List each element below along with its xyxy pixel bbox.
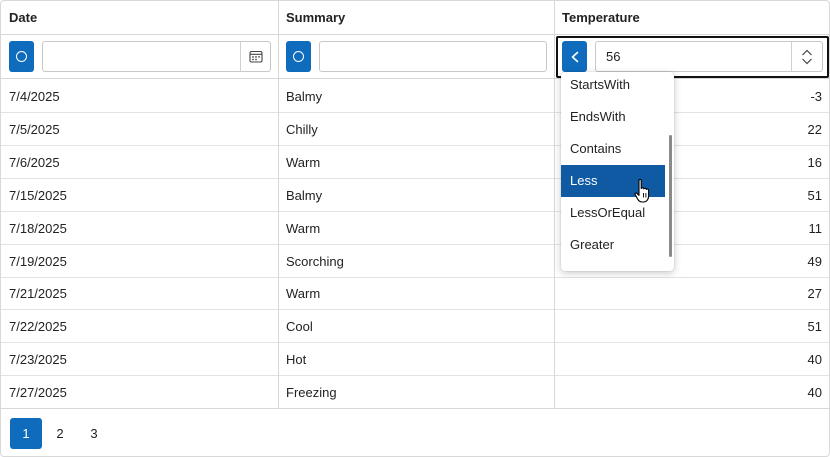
page-button-2[interactable]: 2 xyxy=(44,418,76,449)
date-cell: 7/18/2025 xyxy=(9,221,67,236)
filter-operator-dropdown[interactable]: StartsWith EndsWith Contains Less LessOr… xyxy=(561,72,674,271)
temperature-cell: 40 xyxy=(807,352,822,367)
dropdown-scrollbar[interactable] xyxy=(669,135,672,257)
summary-cell: Balmy xyxy=(286,89,323,104)
summary-cell: Chilly xyxy=(286,122,318,137)
summary-cell: Balmy xyxy=(286,188,323,203)
summary-cell: Warm xyxy=(286,221,321,236)
date-filter-input[interactable] xyxy=(42,41,271,72)
summary-cell: Freezing xyxy=(286,385,337,400)
date-cell: 7/19/2025 xyxy=(9,254,67,269)
table-row[interactable]: 7/22/2025 Cool 51 xyxy=(1,310,829,343)
table-row[interactable]: 7/18/2025 Warm 11 xyxy=(1,212,829,245)
pager: 1 2 3 xyxy=(1,409,829,456)
filter-option-contains[interactable]: Contains xyxy=(561,133,665,165)
data-grid: Date Summary Temperature 56 7/4/2025 Bal… xyxy=(0,0,830,457)
filter-option-endswith[interactable]: EndsWith xyxy=(561,101,665,133)
header-row: Date Summary Temperature xyxy=(1,1,829,35)
summary-cell: Warm xyxy=(286,155,321,170)
page-button-1[interactable]: 1 xyxy=(10,418,42,449)
summary-cell: Hot xyxy=(286,352,307,367)
date-cell: 7/4/2025 xyxy=(9,89,60,104)
temperature-cell: 51 xyxy=(807,319,822,334)
summary-filter-mode-button[interactable] xyxy=(286,41,311,72)
filter-option-greater[interactable]: Greater xyxy=(561,229,665,261)
hand-cursor-icon xyxy=(634,178,650,203)
date-cell: 7/21/2025 xyxy=(9,286,67,301)
column-header-temperature[interactable]: Temperature xyxy=(554,1,829,35)
temperature-cell: 40 xyxy=(807,385,822,400)
column-divider xyxy=(278,1,279,409)
date-cell: 7/23/2025 xyxy=(9,352,67,367)
table-row[interactable]: 7/15/2025 Balmy 51 xyxy=(1,179,829,212)
column-header-date[interactable]: Date xyxy=(1,1,278,35)
date-cell: 7/27/2025 xyxy=(9,385,67,400)
circle-icon xyxy=(16,51,27,62)
page-button-3[interactable]: 3 xyxy=(78,418,110,449)
table-row[interactable]: 7/4/2025 Balmy -3 xyxy=(1,80,829,113)
table-row[interactable]: 7/6/2025 Warm 16 xyxy=(1,146,829,179)
date-cell: 7/15/2025 xyxy=(9,188,67,203)
table-row[interactable]: 7/5/2025 Chilly 22 xyxy=(1,113,829,146)
circle-icon xyxy=(293,51,304,62)
calendar-icon xyxy=(249,50,263,63)
date-picker-button[interactable] xyxy=(240,41,271,72)
table-row[interactable]: 7/27/2025 Freezing 40 xyxy=(1,376,829,409)
date-cell: 7/22/2025 xyxy=(9,319,67,334)
date-cell: 7/5/2025 xyxy=(9,122,60,137)
table-row[interactable]: 7/19/2025 Scorching 49 xyxy=(1,245,829,278)
summary-cell: Scorching xyxy=(286,254,344,269)
column-header-summary[interactable]: Summary xyxy=(278,1,554,35)
date-cell: 7/6/2025 xyxy=(9,155,60,170)
filter-option-startswith[interactable]: StartsWith xyxy=(561,72,665,101)
column-divider xyxy=(554,1,555,409)
date-filter-mode-button[interactable] xyxy=(9,41,34,72)
table-row[interactable]: 7/21/2025 Warm 27 xyxy=(1,277,829,310)
summary-filter-input[interactable] xyxy=(319,41,547,72)
table-row[interactable]: 7/23/2025 Hot 40 xyxy=(1,343,829,376)
summary-cell: Cool xyxy=(286,319,313,334)
temperature-cell: 27 xyxy=(807,286,822,301)
summary-cell: Warm xyxy=(286,286,321,301)
